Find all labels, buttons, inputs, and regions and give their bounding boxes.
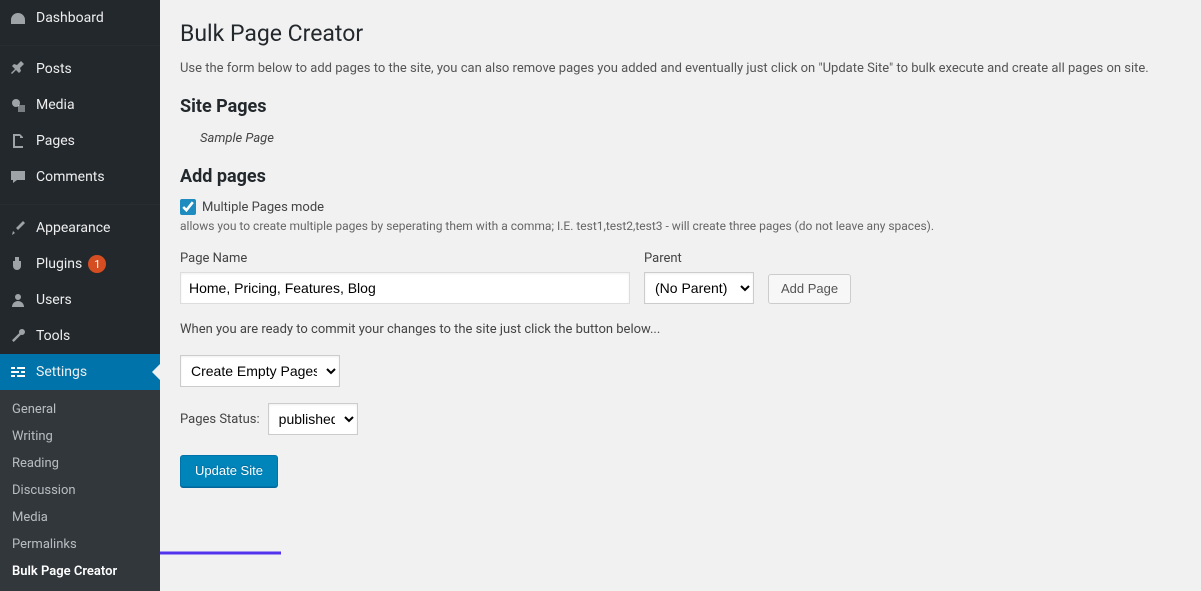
sidebar-item-settings[interactable]: Settings	[0, 354, 160, 390]
media-icon	[8, 95, 28, 115]
parent-select[interactable]: (No Parent)	[644, 272, 754, 304]
sidebar-item-media[interactable]: Media	[0, 87, 160, 123]
sidebar-item-label: Posts	[36, 61, 72, 77]
sidebar-item-label: Media	[36, 97, 75, 113]
sidebar-item-plugins[interactable]: Plugins 1	[0, 246, 160, 282]
sidebar-item-label: Appearance	[36, 220, 110, 236]
sidebar-item-label: Dashboard	[36, 10, 104, 26]
plug-icon	[8, 254, 28, 274]
template-select[interactable]: Create Empty Pages	[180, 355, 340, 387]
submenu-item-reading[interactable]: Reading	[0, 450, 160, 477]
add-pages-heading: Add pages	[180, 166, 1181, 187]
site-pages-list: Sample Page	[200, 129, 1181, 148]
pages-status-label: Pages Status:	[180, 412, 260, 427]
main-content: Bulk Page Creator Use the form below to …	[160, 0, 1201, 572]
wrench-icon	[8, 326, 28, 346]
sidebar-item-pages[interactable]: Pages	[0, 123, 160, 159]
sidebar-item-appearance[interactable]: Appearance	[0, 210, 160, 246]
submenu-item-discussion[interactable]: Discussion	[0, 477, 160, 504]
comment-icon	[8, 167, 28, 187]
page-name-input[interactable]	[180, 272, 630, 304]
sidebar-item-label: Pages	[36, 133, 75, 149]
sidebar-item-label: Settings	[36, 364, 87, 380]
sidebar-item-label: Users	[36, 292, 72, 308]
dashboard-icon	[8, 8, 28, 28]
multiple-mode-hint: allows you to create multiple pages by s…	[180, 219, 1181, 233]
menu-separator	[0, 41, 160, 46]
sidebar-item-label: Comments	[36, 169, 105, 185]
pages-status-select[interactable]: published	[268, 403, 358, 435]
sidebar-item-label: Tools	[36, 328, 70, 344]
user-icon	[8, 290, 28, 310]
submenu-item-permalinks[interactable]: Permalinks	[0, 531, 160, 558]
submenu-item-writing[interactable]: Writing	[0, 423, 160, 450]
brush-icon	[8, 218, 28, 238]
page-title: Bulk Page Creator	[180, 20, 1181, 47]
annotation-arrow	[160, 546, 286, 560]
page-description: Use the form below to add pages to the s…	[180, 61, 1181, 76]
submenu-item-media[interactable]: Media	[0, 504, 160, 531]
multiple-mode-checkbox[interactable]	[180, 199, 196, 215]
multiple-mode-label: Multiple Pages mode	[202, 200, 324, 215]
submenu-item-general[interactable]: General	[0, 396, 160, 423]
settings-submenu: General Writing Reading Discussion Media…	[0, 390, 160, 591]
update-site-button[interactable]: Update Site	[180, 455, 278, 487]
site-pages-heading: Site Pages	[180, 96, 1181, 117]
menu-separator	[0, 200, 160, 205]
sidebar-item-users[interactable]: Users	[0, 282, 160, 318]
sliders-icon	[8, 362, 28, 382]
sidebar-item-tools[interactable]: Tools	[0, 318, 160, 354]
sidebar-item-comments[interactable]: Comments	[0, 159, 160, 195]
pin-icon	[8, 59, 28, 79]
sidebar-item-posts[interactable]: Posts	[0, 51, 160, 87]
commit-text: When you are ready to commit your change…	[180, 322, 1181, 337]
page-icon	[8, 131, 28, 151]
parent-label: Parent	[644, 251, 754, 266]
admin-sidebar: Dashboard Posts Media Pages Comments App…	[0, 0, 160, 572]
add-page-button[interactable]: Add Page	[768, 274, 851, 304]
sidebar-item-label: Plugins	[36, 256, 82, 272]
list-item: Sample Page	[200, 129, 1181, 148]
sidebar-item-dashboard[interactable]: Dashboard	[0, 0, 160, 36]
update-badge: 1	[88, 255, 106, 273]
page-name-label: Page Name	[180, 251, 630, 266]
